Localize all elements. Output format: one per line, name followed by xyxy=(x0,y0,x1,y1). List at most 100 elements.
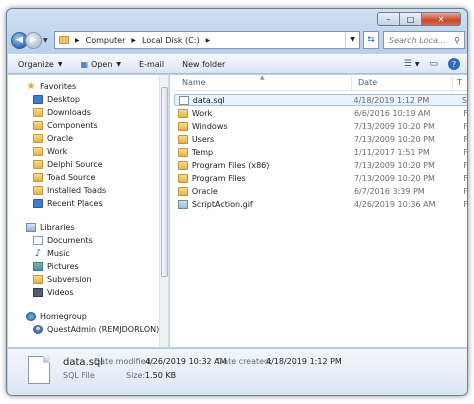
nav-item-documents[interactable]: Documents xyxy=(33,234,93,246)
file-date: 1/11/2017 1:51 PM xyxy=(353,147,430,157)
nav-item-label: Subversion xyxy=(47,274,92,284)
nav-item-recent-places[interactable]: Recent Places xyxy=(33,197,103,209)
new-folder-button[interactable]: New folder xyxy=(182,60,225,69)
nav-item-downloads[interactable]: Downloads xyxy=(33,106,91,118)
file-row[interactable]: ScriptAction.gif 4/26/2019 10:36 AM F xyxy=(174,198,467,210)
close-button[interactable]: ✕ xyxy=(421,12,461,26)
folder-icon xyxy=(178,147,188,157)
address-row: ◀ ▶ ▼ ▶ Computer ▶ Local Disk (C:) ▶ ▼ ⇆… xyxy=(11,29,465,51)
recent-pages-dropdown[interactable]: ▼ xyxy=(43,37,51,44)
organize-button[interactable]: Organize ▼ xyxy=(18,60,62,69)
subversion-icon xyxy=(33,274,43,284)
column-divider[interactable] xyxy=(452,75,453,91)
file-row[interactable]: Oracle 6/7/2016 3:39 PM F xyxy=(174,185,467,197)
open-button[interactable]: ▦ Open ▼ xyxy=(80,60,121,69)
file-name: ScriptAction.gif xyxy=(191,199,253,209)
details-file-type: SQL File xyxy=(63,371,95,380)
folder-icon xyxy=(33,133,43,143)
details-size-label: Size: xyxy=(126,371,146,380)
refresh-icon: ⇆ xyxy=(367,35,375,45)
desktop-icon xyxy=(33,94,43,104)
chevron-down-icon: ▼ xyxy=(43,36,48,44)
file-name: Temp xyxy=(191,147,214,157)
nav-homegroup[interactable]: Homegroup xyxy=(26,310,87,322)
nav-item-videos[interactable]: Videos xyxy=(33,286,74,298)
folder-icon xyxy=(33,159,43,169)
nav-item-installed-toads[interactable]: Installed Toads xyxy=(33,184,106,196)
nav-item-desktop[interactable]: Desktop xyxy=(33,93,80,105)
column-header: ▲ Name Date T xyxy=(170,74,467,91)
file-row[interactable]: Work 6/6/2016 10:19 AM F xyxy=(174,107,468,119)
nav-item-delphi-source[interactable]: Delphi Source xyxy=(33,158,103,170)
nav-item-toad-source[interactable]: Toad Source xyxy=(33,171,95,183)
nav-item-work[interactable]: Work xyxy=(33,145,67,157)
navigation-pane: ★ Favorites Desktop Downloads Components… xyxy=(8,75,169,347)
file-row[interactable]: Program Files (x86) 7/13/2009 10:20 PM F xyxy=(174,159,467,171)
maximize-button[interactable]: □ xyxy=(399,12,421,26)
column-divider[interactable] xyxy=(351,75,352,91)
chevron-down-icon[interactable]: ▼ xyxy=(415,61,420,68)
nav-item-pictures[interactable]: Pictures xyxy=(33,260,79,272)
nav-scrollbar-thumb[interactable] xyxy=(161,87,168,277)
column-date[interactable]: Date xyxy=(358,78,377,87)
open-label: Open xyxy=(91,59,113,69)
help-icon[interactable]: ? xyxy=(448,58,460,70)
file-row[interactable]: data.sql 4/18/2019 1:12 PM S xyxy=(174,94,467,106)
folder-icon xyxy=(33,185,43,195)
address-dropdown-icon[interactable]: ▼ xyxy=(345,32,359,48)
breadcrumb-arrow-icon[interactable]: ▶ xyxy=(206,37,211,44)
nav-scrollbar[interactable] xyxy=(159,75,168,347)
forward-arrow-icon: ▶ xyxy=(30,35,37,45)
file-date: 6/6/2016 10:19 AM xyxy=(353,108,431,118)
address-bar[interactable]: ▶ Computer ▶ Local Disk (C:) ▶ ▼ xyxy=(54,31,360,49)
breadcrumb-local-disk[interactable]: Local Disk (C:) xyxy=(142,36,200,45)
nav-libraries[interactable]: Libraries xyxy=(26,221,75,233)
change-view-icon[interactable]: ☰ xyxy=(404,59,412,69)
recent-places-icon xyxy=(33,198,43,208)
nav-item-label: Recent Places xyxy=(47,198,103,208)
file-row[interactable]: Windows 7/13/2009 10:20 PM F xyxy=(174,120,467,132)
nav-item-label: QuestAdmin (REMJDORLON) xyxy=(47,324,160,334)
nav-item-music[interactable]: ♪ Music xyxy=(33,247,70,259)
file-type: F xyxy=(463,108,468,118)
image-file-icon xyxy=(178,199,188,209)
details-size-value: 1.50 KB xyxy=(145,371,177,380)
file-date: 7/13/2009 10:20 PM xyxy=(353,160,435,170)
search-icon[interactable]: ⚲ xyxy=(454,36,460,45)
column-name[interactable]: Name xyxy=(182,78,206,87)
file-date: 7/13/2009 10:20 PM xyxy=(353,134,435,144)
preview-pane-icon[interactable]: ▭ xyxy=(429,59,438,69)
file-date: 6/7/2016 3:39 PM xyxy=(353,186,425,196)
breadcrumb-arrow-icon[interactable]: ▶ xyxy=(75,37,80,44)
organize-label: Organize xyxy=(18,59,54,69)
user-icon xyxy=(33,324,43,334)
downloads-folder-icon xyxy=(33,107,43,117)
file-row[interactable]: Users 7/13/2009 10:20 PM F xyxy=(174,133,468,145)
nav-item-label: Documents xyxy=(47,235,93,245)
breadcrumb-arrow-icon[interactable]: ▶ xyxy=(131,37,136,44)
column-type[interactable]: T xyxy=(457,78,462,87)
nav-favorites[interactable]: ★ Favorites xyxy=(26,80,77,92)
libraries-icon xyxy=(26,222,36,232)
breadcrumb-computer[interactable]: Computer xyxy=(86,36,126,45)
forward-button[interactable]: ▶ xyxy=(25,31,42,49)
file-row[interactable]: Program Files 7/13/2009 10:20 PM F xyxy=(174,172,467,184)
nav-item-subversion[interactable]: Subversion xyxy=(33,273,92,285)
nav-item-oracle[interactable]: Oracle xyxy=(33,132,73,144)
homegroup-icon xyxy=(26,311,36,321)
chevron-down-icon: ▼ xyxy=(57,60,63,68)
minimize-button[interactable]: – xyxy=(377,12,399,26)
folder-icon xyxy=(33,146,43,156)
nav-item-label: Oracle xyxy=(47,133,74,143)
email-button[interactable]: E-mail xyxy=(139,60,164,69)
nav-item-label: Desktop xyxy=(47,94,80,104)
nav-item-components[interactable]: Components xyxy=(33,119,98,131)
file-row[interactable]: Temp 1/11/2017 1:51 PM F xyxy=(174,146,467,158)
search-input[interactable]: Search Loca... ⚲ xyxy=(383,31,465,49)
folder-icon xyxy=(33,120,43,130)
file-date: 7/13/2009 10:20 PM xyxy=(353,121,435,131)
file-type: F xyxy=(463,134,468,144)
refresh-button[interactable]: ⇆ xyxy=(363,31,379,49)
details-pane: data.sql SQL File Date modified: 4/26/20… xyxy=(8,348,467,395)
nav-item-questadmin[interactable]: QuestAdmin (REMJDORLON) xyxy=(33,323,159,335)
